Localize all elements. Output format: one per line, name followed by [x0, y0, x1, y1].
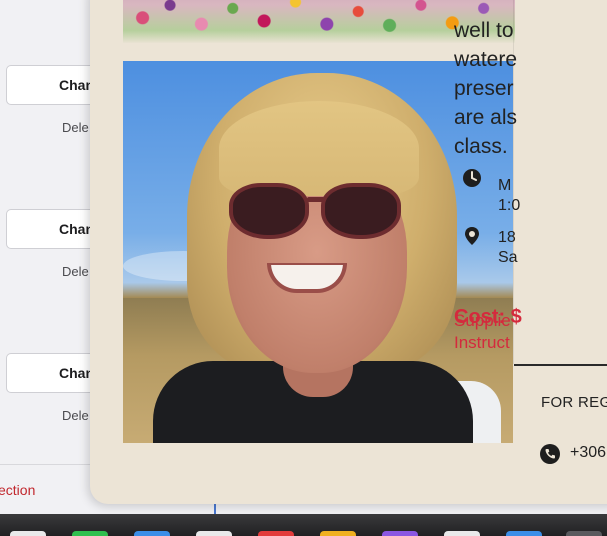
description-line: well to [454, 19, 514, 42]
dock-app-icon[interactable] [72, 531, 108, 536]
description-line: class. [454, 135, 508, 158]
description-line: watere [454, 48, 518, 71]
dock-app-icon[interactable] [320, 531, 356, 536]
supplies-line: Supplie [454, 311, 511, 330]
instructor-line: Instruct [454, 333, 510, 352]
dock-app-icon[interactable] [444, 531, 480, 536]
os-dock [0, 514, 607, 536]
dock-app-icon[interactable] [382, 531, 418, 536]
dock-app-icon[interactable] [506, 531, 542, 536]
section-divider [514, 364, 607, 366]
dock-app-icon[interactable] [10, 531, 46, 536]
panel-divider [0, 464, 100, 465]
schedule-time: 1:0 [498, 197, 521, 214]
dock-app-icon[interactable] [258, 531, 294, 536]
phone-number[interactable]: +306 [570, 444, 606, 462]
dock-app-icon[interactable] [196, 531, 232, 536]
schedule-day: M [498, 177, 512, 194]
delete-link-3[interactable]: Dele [62, 408, 89, 423]
screen: Chan Dele Chan Dele Chan Dele ection wel… [0, 0, 607, 536]
location-line-1: 18 [498, 229, 516, 246]
description-line: are als [454, 106, 518, 129]
location-line-2: Sa [498, 249, 518, 266]
map-pin-icon [465, 227, 479, 245]
delete-link-1[interactable]: Dele [62, 120, 89, 135]
delete-link-2[interactable]: Dele [62, 264, 89, 279]
remove-section-link[interactable]: ection [0, 482, 35, 498]
sunglasses [229, 183, 401, 241]
event-description: well to watere preser are als class. [454, 16, 594, 161]
description-line: preser [454, 77, 514, 100]
phone-icon [540, 444, 560, 464]
dock-app-icon[interactable] [134, 531, 170, 536]
clock-icon [463, 169, 481, 187]
dock-app-icon[interactable] [566, 531, 602, 536]
registration-label: FOR REGI [541, 394, 607, 411]
